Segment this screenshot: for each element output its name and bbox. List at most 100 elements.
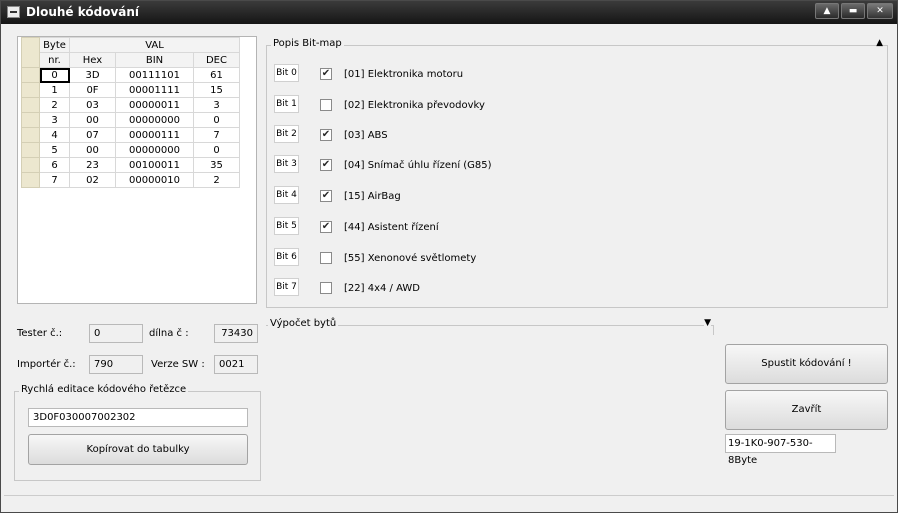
- bit-2-label: [03] ABS: [344, 130, 388, 141]
- bit-3-label: [04] Snímač úhlu řízení (G85): [344, 160, 492, 171]
- part-number-field[interactable]: 19-1K0-907-530-8Byte: [725, 434, 836, 466]
- grid-header-hex[interactable]: Hex: [69, 52, 116, 68]
- title-bar: Dlouhé kódování ▲ ▬ ✕: [1, 1, 897, 24]
- grid-cell-dec[interactable]: 61: [193, 67, 240, 83]
- row-selector[interactable]: [21, 112, 40, 128]
- bit-5-checkbox[interactable]: ✔: [320, 221, 332, 233]
- grid-cell-dec[interactable]: 2: [193, 172, 240, 188]
- tester-field[interactable]: 0: [89, 324, 143, 343]
- grid-header-bin[interactable]: BIN: [115, 52, 194, 68]
- tester-label: Tester č.:: [17, 328, 63, 339]
- grid-cell-hex[interactable]: 03: [69, 97, 116, 113]
- grid-cell-dec[interactable]: 0: [193, 112, 240, 128]
- table-row[interactable]: 5 00 00000000 0: [21, 142, 240, 158]
- bit-1-label: [02] Elektronika převodovky: [344, 100, 485, 111]
- bit-3-box: Bit 3: [274, 155, 299, 173]
- bit-4-label: [15] AirBag: [344, 191, 401, 202]
- grid-cell-bin[interactable]: 00000010: [115, 172, 194, 188]
- grid-header-byte: Byte: [39, 37, 70, 53]
- grid-cell-byte[interactable]: 0: [39, 67, 70, 83]
- byte-calc-groupbox: Výpočet bytů ▼: [266, 318, 714, 335]
- grid-cell-dec[interactable]: 15: [193, 82, 240, 98]
- grid-cell-bin[interactable]: 00111101: [115, 67, 194, 83]
- quick-edit-groupbox: Rychlá editace kódového řetězce 3D0F0300…: [14, 384, 261, 481]
- restore-up-button[interactable]: ▲: [815, 3, 839, 19]
- bit-7-checkbox[interactable]: [320, 282, 332, 294]
- bit-0-box: Bit 0: [274, 64, 299, 82]
- code-string-input[interactable]: 3D0F030007002302: [28, 408, 248, 427]
- grid-cell-hex[interactable]: 00: [69, 142, 116, 158]
- row-selector[interactable]: [21, 172, 40, 188]
- grid-cell-byte[interactable]: 2: [39, 97, 70, 113]
- table-row[interactable]: 4 07 00000111 7: [21, 127, 240, 143]
- dilna-field[interactable]: 73430: [214, 324, 258, 343]
- row-selector[interactable]: [21, 157, 40, 173]
- bit-7-box: Bit 7: [274, 278, 299, 296]
- close-button[interactable]: Zavřít: [725, 390, 888, 430]
- dilna-label: dílna č :: [149, 328, 189, 339]
- grid-cell-hex[interactable]: 23: [69, 157, 116, 173]
- grid-header-val: VAL: [69, 37, 240, 53]
- grid-cell-byte[interactable]: 7: [39, 172, 70, 188]
- run-coding-button[interactable]: Spustit kódování !: [725, 344, 888, 384]
- grid-cell-dec[interactable]: 0: [193, 142, 240, 158]
- bit-4-box: Bit 4: [274, 186, 299, 204]
- grid-cell-hex[interactable]: 07: [69, 127, 116, 143]
- bit-6-checkbox[interactable]: [320, 252, 332, 264]
- byte-calc-title: Výpočet bytů: [268, 318, 339, 329]
- grid-cell-hex[interactable]: 00: [69, 112, 116, 128]
- bit-4-checkbox[interactable]: ✔: [320, 190, 332, 202]
- window-title: Dlouhé kódování: [26, 5, 140, 19]
- table-row[interactable]: 3 00 00000000 0: [21, 112, 240, 128]
- row-selector[interactable]: [21, 67, 40, 83]
- grid-cell-byte[interactable]: 4: [39, 127, 70, 143]
- grid-cell-byte[interactable]: 1: [39, 82, 70, 98]
- grid-cell-bin[interactable]: 00100011: [115, 157, 194, 173]
- table-row[interactable]: 7 02 00000010 2: [21, 172, 240, 188]
- quick-edit-title: Rychlá editace kódového řetězce: [19, 384, 189, 395]
- table-row[interactable]: 1 0F 00001111 15: [21, 82, 240, 98]
- importer-label: Importér č.:: [17, 359, 76, 370]
- grid-cell-hex[interactable]: 02: [69, 172, 116, 188]
- grid-cell-bin[interactable]: 00000111: [115, 127, 194, 143]
- grid-cell-bin[interactable]: 00001111: [115, 82, 194, 98]
- grid-header-dec[interactable]: DEC: [193, 52, 240, 68]
- grid-cell-byte[interactable]: 5: [39, 142, 70, 158]
- grid-cell-byte[interactable]: 6: [39, 157, 70, 173]
- copy-to-table-button[interactable]: Kopírovat do tabulky: [28, 434, 248, 465]
- bit-5-box: Bit 5: [274, 217, 299, 235]
- bit-0-label: [01] Elektronika motoru: [344, 69, 464, 80]
- grid-cell-bin[interactable]: 00000000: [115, 112, 194, 128]
- window-menu-icon[interactable]: [7, 6, 20, 18]
- row-selector[interactable]: [21, 127, 40, 143]
- grid-cell-dec[interactable]: 35: [193, 157, 240, 173]
- grid-cell-dec[interactable]: 7: [193, 127, 240, 143]
- verze-sw-field[interactable]: 0021: [214, 355, 258, 374]
- grid-cell-hex[interactable]: 3D: [69, 67, 116, 83]
- minimize-button[interactable]: ▬: [841, 3, 865, 19]
- grid-cell-bin[interactable]: 00000000: [115, 142, 194, 158]
- collapse-arrow-icon[interactable]: ▲: [876, 38, 883, 48]
- table-row[interactable]: 0 3D 00111101 61: [21, 67, 240, 83]
- bit-2-checkbox[interactable]: ✔: [320, 129, 332, 141]
- row-selector[interactable]: [21, 97, 40, 113]
- grid-corner: [21, 37, 40, 68]
- table-row[interactable]: 6 23 00100011 35: [21, 157, 240, 173]
- row-selector[interactable]: [21, 82, 40, 98]
- bit-1-checkbox[interactable]: [320, 99, 332, 111]
- bit-3-checkbox[interactable]: ✔: [320, 159, 332, 171]
- byte-grid[interactable]: Byte VAL nr. Hex BIN DEC 0 3D 00111101 6…: [17, 36, 257, 304]
- grid-header-nr: nr.: [39, 52, 70, 68]
- grid-cell-hex[interactable]: 0F: [69, 82, 116, 98]
- grid-cell-dec[interactable]: 3: [193, 97, 240, 113]
- grid-cell-byte[interactable]: 3: [39, 112, 70, 128]
- bit-0-checkbox[interactable]: ✔: [320, 68, 332, 80]
- close-window-button[interactable]: ✕: [867, 3, 893, 19]
- expand-arrow-icon[interactable]: ▼: [704, 318, 711, 328]
- importer-field[interactable]: 790: [89, 355, 143, 374]
- bitmap-groupbox-title: Popis Bit-map: [271, 38, 344, 49]
- bit-6-label: [55] Xenonové světlomety: [344, 253, 477, 264]
- grid-cell-bin[interactable]: 00000011: [115, 97, 194, 113]
- row-selector[interactable]: [21, 142, 40, 158]
- table-row[interactable]: 2 03 00000011 3: [21, 97, 240, 113]
